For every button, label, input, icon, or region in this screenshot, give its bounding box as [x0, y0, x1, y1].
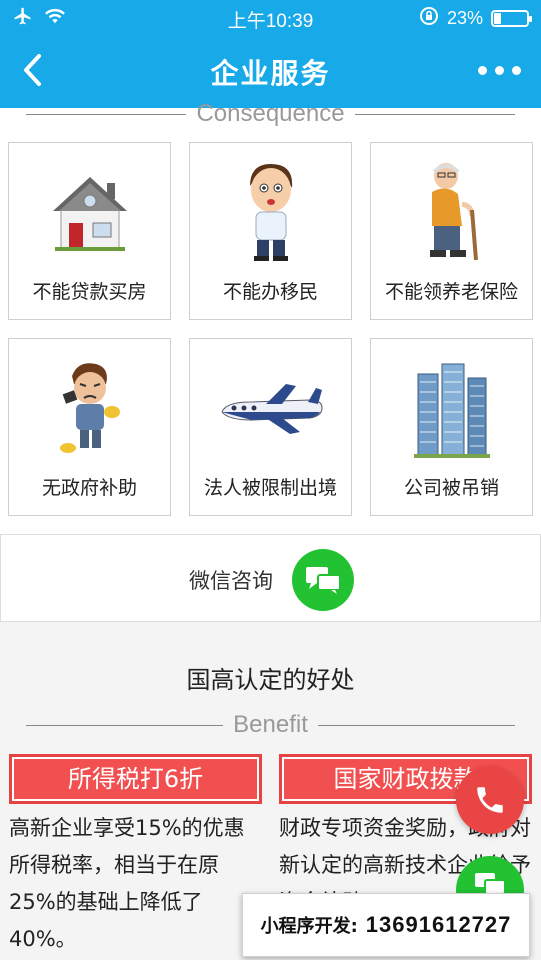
divider-line [26, 724, 224, 726]
promo-phone: 13691612727 [365, 912, 512, 937]
consequence-grid: 不能贷款买房 不能办移民 不能领养老保险 无政府补助 法人被限制出境 公司被吊销 [8, 142, 533, 516]
rotation-lock-icon [419, 6, 439, 31]
benefit-heading: Benefit [233, 711, 308, 738]
consequence-card-revoked[interactable]: 公司被吊销 [370, 338, 533, 516]
more-options-button[interactable] [478, 66, 521, 75]
consequence-card-subsidy[interactable]: 无政府补助 [8, 338, 171, 516]
card-label: 法人被限制出境 [203, 477, 337, 499]
benefit-divider: Benefit [26, 711, 515, 739]
status-right: 23% [419, 6, 532, 31]
elderly-man-icon [371, 157, 532, 267]
battery-icon [491, 10, 532, 27]
worried-man-icon [9, 353, 170, 463]
divider-line [354, 113, 515, 115]
promo-label: 小程序开发: [260, 916, 358, 937]
card-label: 无政府补助 [41, 477, 137, 499]
more-dot [512, 66, 521, 75]
phone-call-button[interactable] [456, 766, 524, 834]
benefit-card-tax: 所得税打6折 高新企业享受15%的优惠所得税率，相当于在原25%的基础上降低了4… [9, 754, 262, 958]
wechat-consult-bar[interactable]: 微信咨询 [0, 534, 541, 622]
wechat-consult-label: 微信咨询 [189, 569, 273, 593]
consequence-card-travel-ban[interactable]: 法人被限制出境 [189, 338, 352, 516]
more-dot [495, 66, 504, 75]
card-label: 公司被吊销 [403, 477, 499, 499]
more-dot [478, 66, 487, 75]
consequence-heading: Consequence [196, 100, 345, 127]
benefit-title: 国高认定的好处 [186, 666, 355, 694]
battery-level [494, 13, 502, 24]
page-title: 企业服务 [210, 57, 331, 90]
consequence-card-pension[interactable]: 不能领养老保险 [370, 142, 533, 320]
divider-line [317, 724, 515, 726]
consequence-card-house[interactable]: 不能贷款买房 [8, 142, 171, 320]
phone-icon [477, 787, 503, 813]
buildings-icon [371, 353, 532, 463]
benefit-card-title: 所得税打6折 [9, 754, 262, 804]
benefit-card-text: 高新企业享受15%的优惠所得税率，相当于在原25%的基础上降低了40%。 [9, 816, 245, 951]
promo-banner[interactable]: 小程序开发: 13691612727 [242, 893, 530, 957]
airplane-icon [190, 353, 351, 463]
card-label: 不能贷款买房 [32, 281, 147, 303]
chat-bubbles-icon [306, 567, 341, 594]
card-label: 不能办移民 [222, 281, 318, 303]
card-label: 不能领养老保险 [384, 281, 518, 303]
divider-line [26, 113, 187, 115]
house-icon [9, 157, 170, 267]
cartoon-man-icon [190, 157, 351, 267]
consequence-card-immigration[interactable]: 不能办移民 [189, 142, 352, 320]
battery-percent: 23% [446, 8, 483, 28]
status-bar: 上午10:39 23% [0, 0, 541, 36]
consequence-divider: Consequence [26, 100, 515, 128]
wechat-consult-button[interactable] [292, 549, 354, 611]
nav-bar: 企业服务 [0, 36, 541, 108]
